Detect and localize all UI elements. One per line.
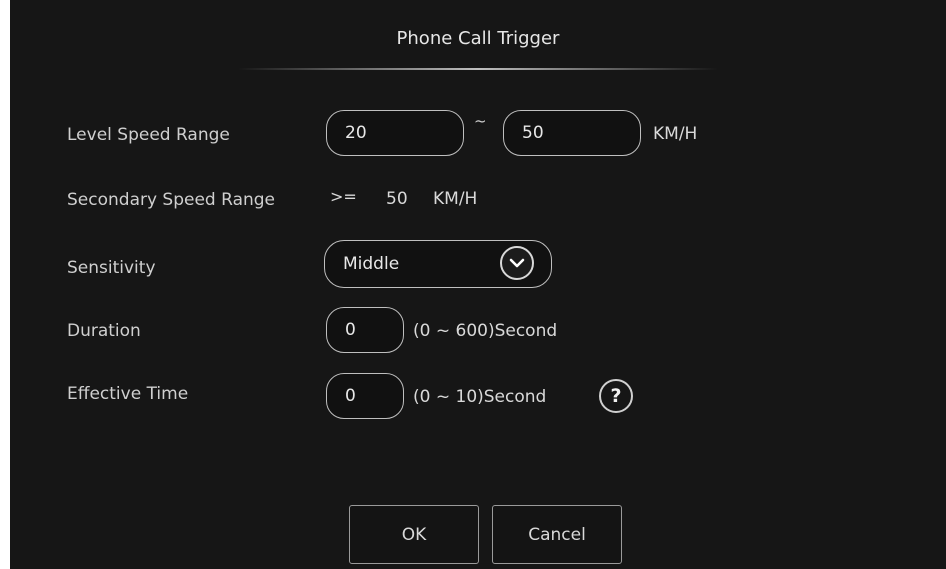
duration-range-hint: (0 ~ 600)Second <box>413 321 558 341</box>
cancel-button[interactable]: Cancel <box>492 505 622 564</box>
title-divider <box>238 68 718 70</box>
speed-range-separator: ~ <box>474 112 487 130</box>
ok-button[interactable]: OK <box>349 505 479 564</box>
level-speed-range-label: Level Speed Range <box>67 125 230 145</box>
secondary-speed-unit: KM/H <box>433 189 478 209</box>
sensitivity-dropdown-button[interactable] <box>500 246 534 280</box>
effective-time-label: Effective Time <box>67 384 189 404</box>
phone-call-trigger-dialog: Phone Call Trigger Level Speed Range 20 … <box>10 0 946 569</box>
help-icon[interactable]: ? <box>599 379 633 413</box>
chevron-down-icon <box>509 258 525 268</box>
secondary-speed-value: 50 <box>386 189 408 209</box>
secondary-speed-range-label: Secondary Speed Range <box>67 190 276 210</box>
dialog-title: Phone Call Trigger <box>396 28 560 49</box>
sensitivity-selected-value: Middle <box>343 254 400 274</box>
secondary-speed-operator: >= <box>330 187 357 206</box>
level-speed-min-input[interactable]: 20 <box>326 110 464 156</box>
level-speed-unit: KM/H <box>653 124 698 144</box>
duration-input[interactable]: 0 <box>326 307 404 353</box>
effective-time-input[interactable]: 0 <box>326 373 404 419</box>
effective-time-range-hint: (0 ~ 10)Second <box>413 387 547 407</box>
sensitivity-label: Sensitivity <box>67 258 156 278</box>
level-speed-max-input[interactable]: 50 <box>503 110 641 156</box>
duration-label: Duration <box>67 321 141 341</box>
